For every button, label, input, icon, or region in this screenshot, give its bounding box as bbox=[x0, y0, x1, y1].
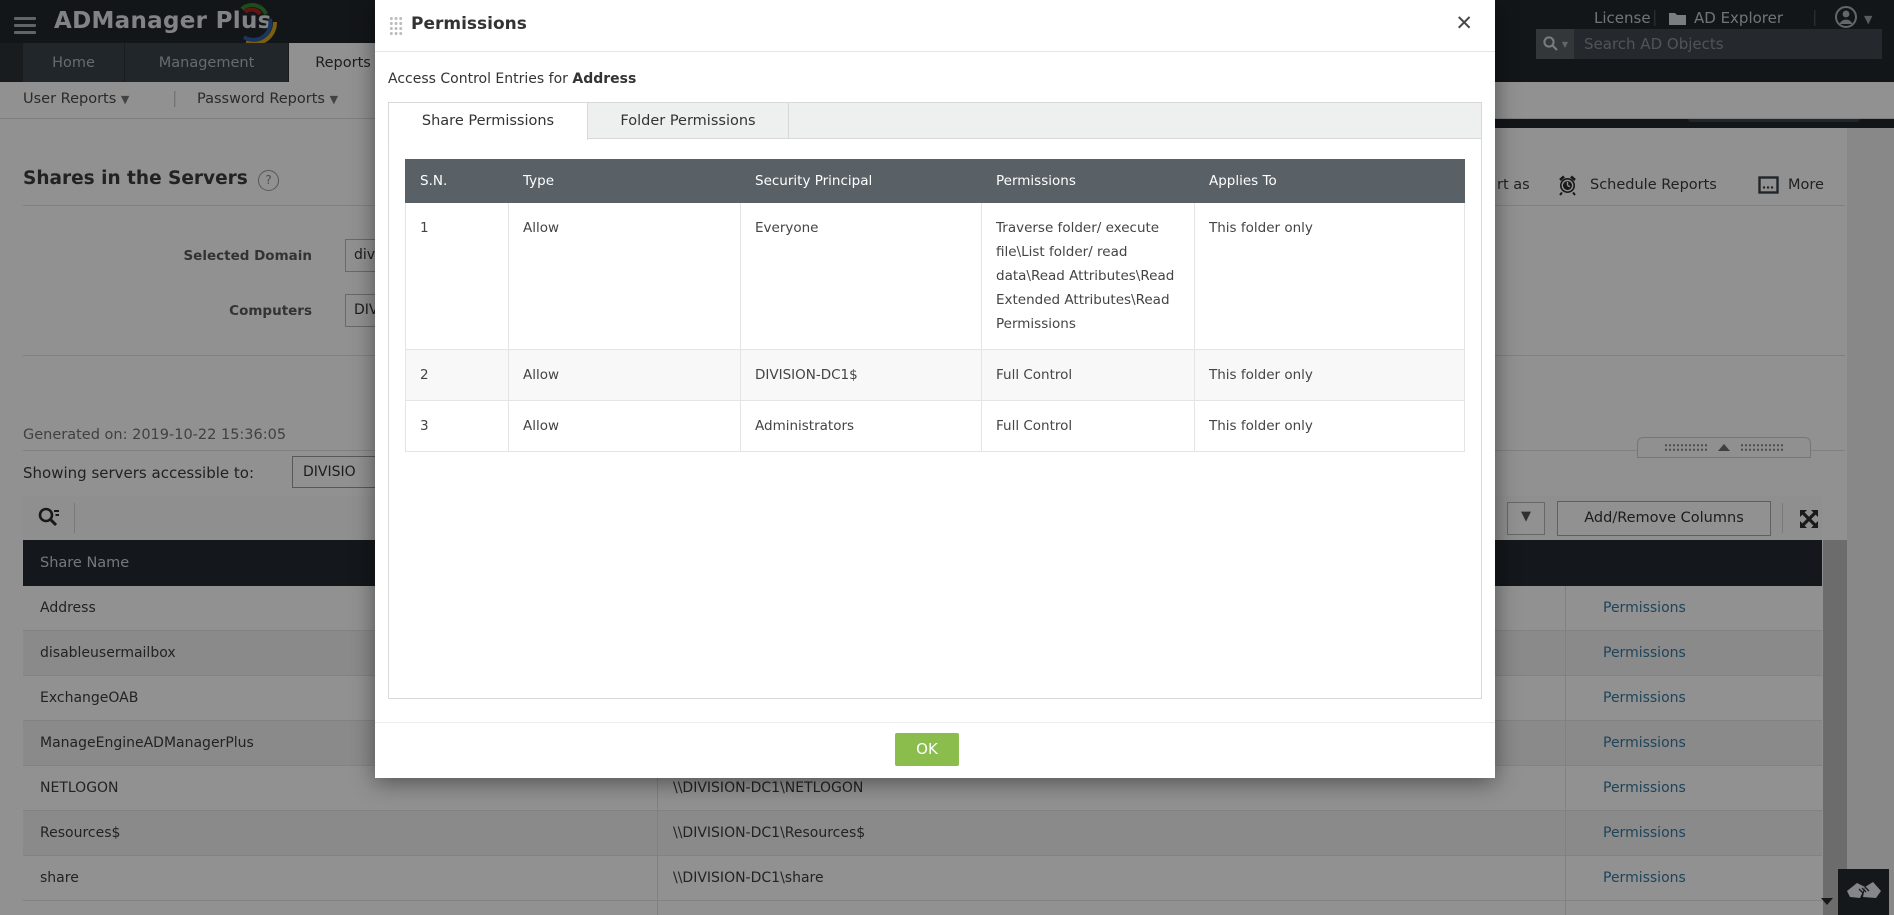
modal-subtitle: Access Control Entries for Address bbox=[388, 71, 636, 87]
permissions-cell: Traverse folder/ execute file\List folde… bbox=[982, 203, 1195, 350]
principal-cell: Administrators bbox=[741, 401, 982, 452]
permissions-column-header: Permissions bbox=[982, 160, 1195, 203]
drag-handle-icon[interactable] bbox=[389, 16, 403, 35]
modal-title: Permissions bbox=[411, 14, 527, 34]
ace-header-row: S.N. Type Security Principal Permissions… bbox=[406, 160, 1465, 203]
type-column-header: Type bbox=[509, 160, 741, 203]
sn-column-header: S.N. bbox=[406, 160, 509, 203]
applies-to-cell: This folder only bbox=[1195, 401, 1465, 452]
permissions-cell: Full Control bbox=[982, 401, 1195, 452]
principal-cell: DIVISION-DC1$ bbox=[741, 350, 982, 401]
permissions-cell: Full Control bbox=[982, 350, 1195, 401]
tab-content-panel: S.N. Type Security Principal Permissions… bbox=[388, 138, 1482, 699]
applies-to-column-header: Applies To bbox=[1195, 160, 1465, 203]
subtitle-prefix: Access Control Entries for bbox=[388, 71, 572, 87]
permissions-modal: Permissions ✕ Access Control Entries for… bbox=[375, 0, 1495, 778]
type-cell: Allow bbox=[509, 203, 741, 350]
sn-cell: 3 bbox=[406, 401, 509, 452]
ace-row: 1 Allow Everyone Traverse folder/ execut… bbox=[406, 203, 1465, 350]
modal-header: Permissions ✕ bbox=[375, 0, 1495, 52]
applies-to-cell: This folder only bbox=[1195, 203, 1465, 350]
ace-row: 3 Allow Administrators Full Control This… bbox=[406, 401, 1465, 452]
ok-button[interactable]: OK bbox=[895, 733, 959, 766]
ace-row: 2 Allow DIVISION-DC1$ Full Control This … bbox=[406, 350, 1465, 401]
security-principal-column-header: Security Principal bbox=[741, 160, 982, 203]
tab-share-permissions[interactable]: Share Permissions bbox=[389, 103, 588, 140]
modal-footer-divider bbox=[375, 722, 1495, 723]
tab-folder-permissions[interactable]: Folder Permissions bbox=[588, 103, 789, 139]
subtitle-target: Address bbox=[572, 71, 636, 87]
sn-cell: 2 bbox=[406, 350, 509, 401]
close-icon[interactable]: ✕ bbox=[1455, 11, 1473, 35]
app-window: ADManager Plus License | AD Explorer | ▼… bbox=[0, 0, 1894, 915]
type-cell: Allow bbox=[509, 350, 741, 401]
type-cell: Allow bbox=[509, 401, 741, 452]
modal-tab-strip: Share Permissions Folder Permissions bbox=[388, 102, 1482, 139]
sn-cell: 1 bbox=[406, 203, 509, 350]
principal-cell: Everyone bbox=[741, 203, 982, 350]
ace-table: S.N. Type Security Principal Permissions… bbox=[405, 159, 1465, 452]
applies-to-cell: This folder only bbox=[1195, 350, 1465, 401]
